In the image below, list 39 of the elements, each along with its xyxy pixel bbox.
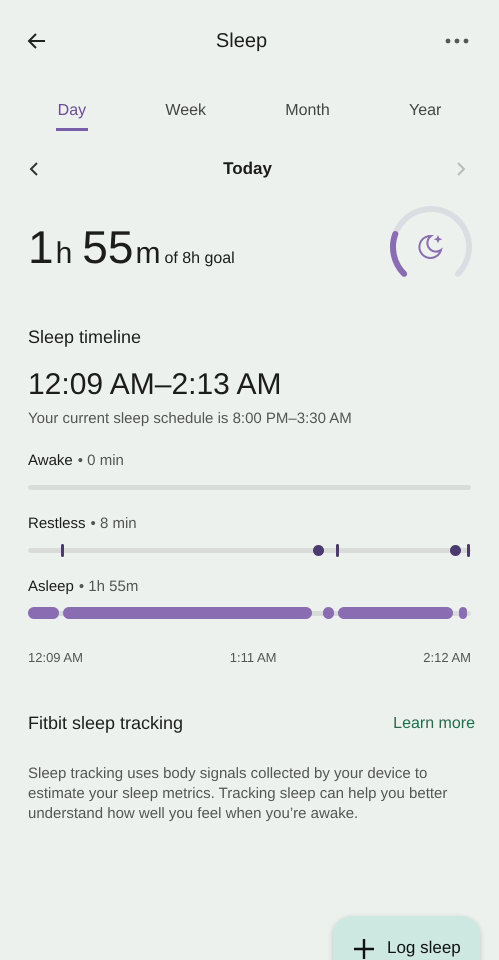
restless-mark	[466, 544, 470, 557]
stage-duration: • 8 min	[90, 515, 137, 532]
plus-icon	[353, 938, 375, 960]
goal-label: of 8h goal	[164, 250, 235, 268]
restless-mark	[336, 544, 339, 557]
minutes-unit: m	[135, 237, 160, 271]
stage-name: Asleep	[28, 578, 74, 595]
schedule-text: Your current sleep schedule is 8:00 PM–3:30 AM	[28, 410, 353, 427]
period-tab[interactable]: Month	[283, 98, 332, 131]
period-tab[interactable]: Week	[163, 98, 208, 131]
section-title: Sleep timeline	[28, 327, 142, 348]
time-range: 12:09 AM–2:13 AM	[28, 368, 283, 402]
period-tab[interactable]: Day	[56, 98, 88, 131]
hours-unit: h	[56, 237, 72, 271]
asleep-segment	[458, 607, 467, 619]
screen-title: Sleep	[214, 30, 268, 52]
restless-mark	[313, 545, 324, 556]
learn-more-link[interactable]: Learn more	[393, 714, 475, 732]
stage-duration: • 0 min	[78, 452, 124, 469]
period-tab[interactable]: Year	[407, 98, 444, 131]
info-text: Sleep tracking uses body signals collected by your device to estimate your sleep metrics. Tracking sleep can help you better understand how well you feel when you’re awake.	[28, 764, 448, 824]
stage-duration: • 1h 55m	[78, 578, 138, 595]
axis-label: 12:09 AM	[28, 650, 83, 665]
log-sleep-button[interactable]: Log sleep	[333, 916, 480, 960]
restless-mark	[61, 544, 64, 557]
minutes-value: 55	[82, 220, 134, 274]
stage-name: Awake	[28, 452, 73, 469]
hours-value: 1	[28, 220, 54, 274]
more-icon[interactable]	[445, 37, 469, 45]
section-title: Fitbit sleep tracking	[28, 713, 184, 734]
previous-icon[interactable]	[28, 161, 40, 177]
asleep-segment	[322, 607, 334, 619]
axis-label: 1:11 AM	[230, 650, 276, 665]
axis-label: 2:12 AM	[423, 650, 471, 665]
stage-name: Restless	[28, 515, 86, 532]
date-label: Today	[223, 159, 272, 179]
restless-mark	[450, 545, 462, 556]
moon-icon	[418, 235, 442, 259]
asleep-segment	[28, 607, 59, 619]
